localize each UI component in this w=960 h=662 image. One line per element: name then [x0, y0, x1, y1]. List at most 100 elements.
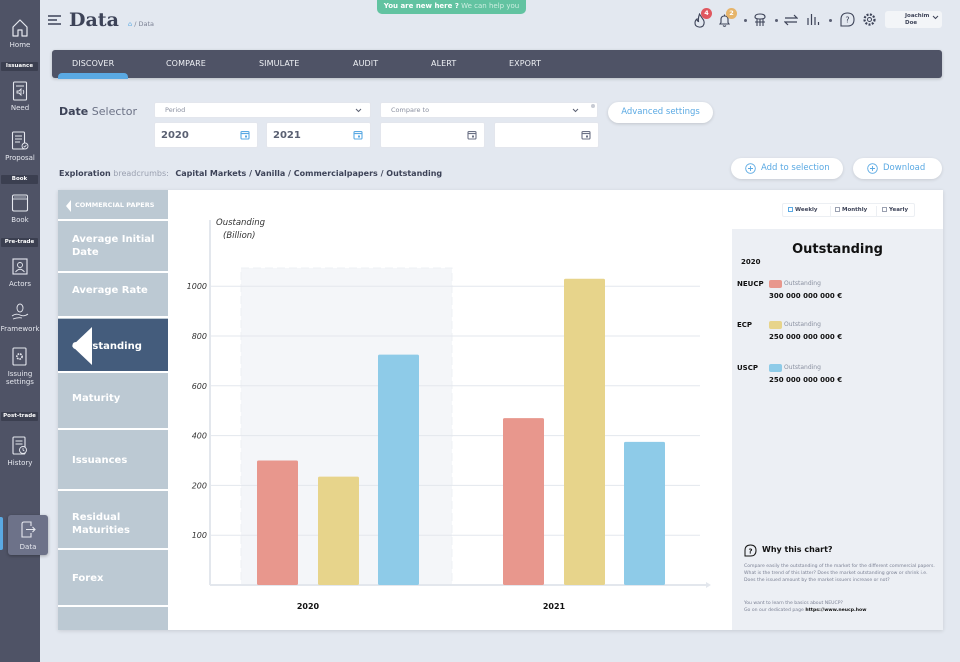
y-axis-title-unit: (Billion) [223, 231, 256, 241]
sidebar-section-posttrade: Post-trade [1, 412, 38, 421]
sidebar-section-pretrade: Pre-trade [1, 238, 38, 247]
new-here-banner[interactable]: You are new here ? We can help you [377, 0, 526, 14]
checkbox-icon[interactable] [882, 207, 887, 212]
separator-dot [744, 19, 747, 22]
bar-ecp-2020[interactable] [318, 476, 359, 585]
start-date-field[interactable]: 2020 [154, 122, 258, 148]
page-title: Data [69, 9, 119, 31]
bar-neucp-2021[interactable] [503, 418, 544, 585]
why-title: Why this chart? [762, 545, 833, 554]
compare-to-select[interactable]: Compare to [380, 102, 598, 118]
bell-badge: 2 [726, 8, 737, 19]
add-to-selection-button[interactable]: Add to selection [731, 158, 843, 179]
x-category-label: 2020 [297, 602, 320, 611]
sidebar-item-need[interactable]: Need [0, 81, 40, 112]
question-bubble-icon: ? [744, 544, 757, 557]
learn-more: You want to learn the basics about NEUCP… [744, 601, 867, 613]
compare-end-date-field[interactable] [494, 122, 599, 148]
x-category-label: 2021 [543, 602, 566, 611]
y-tick-label: 1000 [187, 282, 207, 291]
legend-swatch [769, 364, 782, 372]
user-menu[interactable]: Joachim Doe [885, 11, 942, 28]
chevron-down-icon [355, 108, 362, 113]
compare-start-date-field[interactable] [380, 122, 485, 148]
separator-dot [775, 19, 778, 22]
proposal-icon [11, 131, 29, 150]
y-tick-label: 800 [192, 332, 207, 341]
metric-issuances[interactable]: Issuances [58, 432, 168, 491]
tab-alert[interactable]: ALERT [431, 50, 456, 78]
y-tick-label: 100 [192, 531, 207, 540]
exploration-breadcrumb: Exploration breadcrumbs: Capital Markets… [59, 169, 443, 178]
metric-nav: COMMERCIAL PAPERS Average Initial Date Av… [58, 190, 168, 630]
active-tab-indicator [58, 73, 128, 79]
sidebar-item-issuing-settings[interactable]: Issuing settings [0, 347, 40, 386]
date-selector-label: Date Selector [59, 105, 137, 118]
metric-average-initial-date[interactable]: Average Initial Date [58, 223, 168, 273]
calendar-icon[interactable] [467, 130, 477, 140]
sidebar-item-framework[interactable]: Framework [0, 302, 40, 333]
separator-dot [829, 19, 832, 22]
metric-average-rate[interactable]: Average Rate [58, 275, 168, 318]
neucp-link[interactable]: https://www.neucp.how [805, 608, 866, 613]
framework-icon [11, 303, 29, 320]
sidebar-item-home[interactable]: Home [0, 18, 40, 49]
sidebar-section-issuance: Issuance [1, 62, 38, 71]
advanced-settings-button[interactable]: Advanced settings [608, 102, 713, 123]
metric-maturity[interactable]: Maturity [58, 375, 168, 430]
help-icon[interactable]: ? [840, 12, 855, 27]
need-icon [12, 81, 28, 101]
sidebar-item-proposal[interactable]: Proposal [0, 131, 40, 162]
checkbox-checked-icon[interactable] [788, 207, 793, 212]
summary-year: 2020 [741, 258, 761, 266]
tab-audit[interactable]: AUDIT [353, 50, 378, 78]
legend-swatch [769, 321, 782, 329]
calendar-icon[interactable] [581, 130, 591, 140]
sidebar-item-data[interactable]: Data [8, 515, 48, 555]
metric-residual-maturities[interactable]: Residual Maturities [58, 493, 168, 550]
sidebar-item-book[interactable]: Book [0, 193, 40, 224]
download-button[interactable]: Download [853, 158, 942, 179]
frequency-weekly[interactable]: Weekly [788, 207, 817, 213]
bar-neucp-2020[interactable] [257, 460, 298, 586]
clear-icon[interactable] [591, 104, 595, 108]
y-tick-label: 400 [192, 432, 207, 441]
header-breadcrumb: ⌂ / Data [128, 20, 154, 28]
svg-text:?: ? [845, 16, 849, 25]
summary-panel: Outstanding 2020 NEUCP Outstanding 300 0… [732, 229, 943, 630]
swap-icon[interactable] [784, 14, 798, 26]
back-arrow-icon [66, 200, 71, 212]
bar-uscp-2020[interactable] [378, 354, 419, 585]
metric-outstanding[interactable]: Outstanding [58, 319, 168, 373]
metric-nav-back[interactable]: COMMERCIAL PAPERS [58, 190, 168, 221]
fire-badge: 4 [701, 8, 712, 19]
x-axis-arrow [706, 582, 711, 588]
bar-chart-icon[interactable] [807, 12, 821, 26]
menu-icon[interactable] [48, 15, 62, 26]
frequency-yearly[interactable]: Yearly [882, 207, 908, 213]
calendar-icon[interactable] [240, 130, 250, 140]
sidebar-item-history[interactable]: History [0, 436, 40, 467]
calendar-icon[interactable] [353, 130, 363, 140]
why-description: Compare easily the outstanding of the ma… [744, 564, 935, 583]
sidebar: Home Issuance Need Proposal Book Book Pr… [0, 0, 40, 662]
frequency-monthly[interactable]: Monthly [835, 207, 867, 213]
tab-simulate[interactable]: SIMULATE [259, 50, 299, 78]
end-date-field[interactable]: 2021 [266, 122, 371, 148]
period-select[interactable]: Period [154, 102, 371, 118]
metric-forex[interactable]: Forex [58, 552, 168, 607]
data-export-icon [21, 521, 36, 538]
checkbox-icon[interactable] [835, 207, 840, 212]
tab-compare[interactable]: COMPARE [166, 50, 206, 78]
bar-ecp-2021[interactable] [564, 278, 605, 585]
sidebar-item-actors[interactable]: Actors [0, 257, 40, 288]
bar-uscp-2021[interactable] [624, 441, 665, 585]
settings-icon[interactable] [862, 12, 877, 27]
y-tick-label: 600 [192, 382, 207, 391]
summary-title: Outstanding [792, 242, 883, 257]
home-crumb-icon[interactable]: ⌂ [128, 20, 132, 28]
help-link[interactable]: We can help you [461, 2, 519, 10]
tab-export[interactable]: EXPORT [509, 50, 541, 78]
network-icon[interactable] [753, 13, 767, 27]
exploration-path[interactable]: Capital Markets / Vanilla / Commercialpa… [175, 169, 442, 178]
